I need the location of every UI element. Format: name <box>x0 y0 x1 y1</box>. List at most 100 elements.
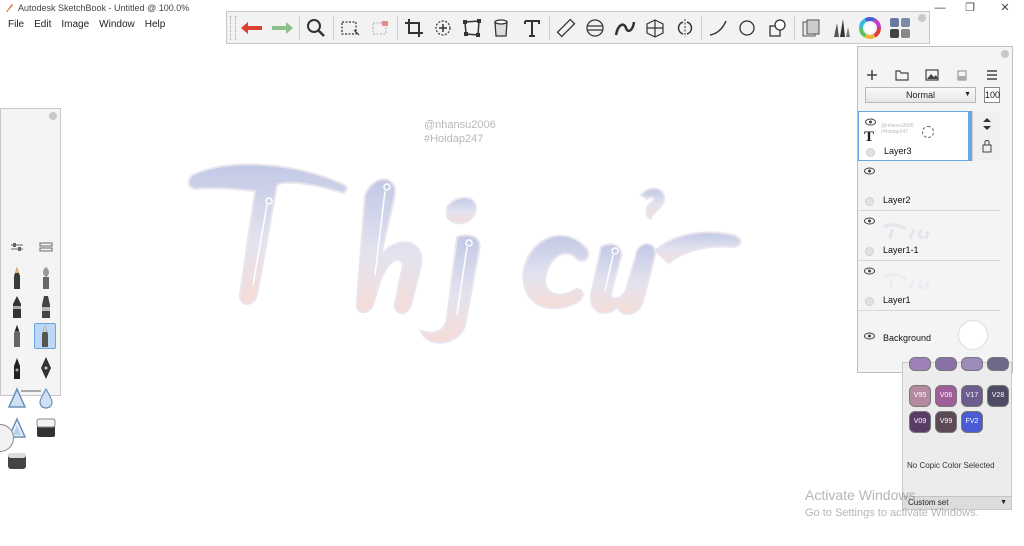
blender-icon[interactable] <box>35 385 57 411</box>
french-curve-icon[interactable] <box>612 16 638 40</box>
close-button[interactable]: ✕ <box>990 0 1020 17</box>
chevron-down-icon: ▼ <box>964 91 971 98</box>
layer-select-radio[interactable] <box>865 197 874 206</box>
copic-swatch-v17[interactable]: V17 <box>961 385 983 407</box>
layer-thumbnail <box>883 273 930 290</box>
layer-thumbnail: @nhansu2006 #Hoidap247 <box>881 123 914 135</box>
brush-palette-grip[interactable] <box>21 390 41 392</box>
brush-palette <box>0 108 61 469</box>
layer-row-layer1[interactable]: Layer1 <box>858 261 1000 311</box>
canvas-watermark-hashtag: #Hoidap247 <box>424 133 484 145</box>
line-icon[interactable] <box>705 16 731 40</box>
brush-library-icon[interactable] <box>827 16 853 40</box>
layer-side-controls <box>972 111 1000 161</box>
color-wheel-icon[interactable] <box>857 16 883 40</box>
layer-row-layer2[interactable]: Layer2 <box>858 161 1000 211</box>
rectangle-select-icon[interactable] <box>337 16 363 40</box>
shape-icon[interactable] <box>764 16 790 40</box>
ballpoint-pen-icon[interactable] <box>6 323 28 349</box>
blend-mode-select[interactable]: Normal ▼ <box>865 87 976 103</box>
visibility-eye-icon[interactable] <box>864 217 875 225</box>
restore-button[interactable]: ❐ <box>955 0 985 17</box>
ink-pen-icon[interactable] <box>6 294 28 320</box>
layer-select-radio[interactable] <box>865 297 874 306</box>
add-image-icon[interactable] <box>922 67 942 83</box>
copic-library-icon[interactable] <box>798 16 824 40</box>
window-title: Autodesk SketchBook - Untitled @ 100.0% <box>18 3 190 13</box>
text-icon[interactable] <box>519 16 545 40</box>
menu-file[interactable]: File <box>3 17 29 33</box>
technical-pen-icon[interactable] <box>34 323 56 349</box>
copic-swatch-partial[interactable] <box>987 357 1009 371</box>
ellipse-guide-icon[interactable] <box>582 16 608 40</box>
visibility-eye-icon[interactable] <box>864 267 875 275</box>
menu-bar: File Edit Image Window Help <box>0 17 170 33</box>
layer-opacity-field[interactable]: 100 <box>984 87 1000 103</box>
undo-icon[interactable] <box>239 16 265 40</box>
visibility-eye-icon[interactable] <box>865 118 876 126</box>
add-group-icon[interactable] <box>892 67 912 83</box>
pencil-icon[interactable] <box>6 265 28 291</box>
blend-mode-value: Normal <box>905 90 935 100</box>
copic-swatch-v28[interactable]: V28 <box>987 385 1009 407</box>
circle-icon[interactable] <box>734 16 760 40</box>
visibility-eye-icon[interactable] <box>864 167 875 175</box>
copic-swatch-v06[interactable]: V06 <box>935 385 957 407</box>
copic-swatch-partial[interactable] <box>935 357 957 371</box>
copic-color-panel: V95 V06 V17 V28 V09 V99 FV2 No Copic Col… <box>902 357 1012 510</box>
copic-swatch-partial[interactable] <box>961 357 983 371</box>
layer-row-background[interactable]: Background <box>858 311 1000 361</box>
fill-bucket-icon[interactable] <box>488 16 514 40</box>
layer-name: Layer3 <box>884 146 912 156</box>
layer-select-radio[interactable] <box>866 148 875 157</box>
layer-row-layer1-1[interactable]: Layer1-1 <box>858 211 1000 261</box>
felt-pen-icon[interactable] <box>6 355 28 381</box>
lasso-select-icon[interactable] <box>367 16 393 40</box>
menu-edit[interactable]: Edit <box>29 17 56 33</box>
redo-icon[interactable] <box>269 16 295 40</box>
text-layer-icon: T <box>864 129 875 145</box>
brush-properties-icon[interactable] <box>6 234 28 260</box>
layer-name: Layer2 <box>883 195 911 205</box>
airbrush-icon[interactable] <box>6 385 28 411</box>
copic-swatch-v99[interactable]: V99 <box>935 411 957 433</box>
activate-windows-title: Activate Windows <box>805 487 916 503</box>
ruler-icon[interactable] <box>553 16 579 40</box>
brush-palette-close-button[interactable] <box>49 112 57 120</box>
clear-layer-icon[interactable] <box>952 67 972 83</box>
perspective-icon[interactable] <box>642 16 668 40</box>
soft-eraser-icon[interactable] <box>6 448 28 474</box>
layer-select-radio[interactable] <box>865 247 874 256</box>
loading-spinner-icon <box>922 126 934 138</box>
paint-brush-icon[interactable] <box>35 265 57 291</box>
copic-swatch-fv2[interactable]: FV2 <box>961 411 983 433</box>
crop-icon[interactable] <box>401 16 427 40</box>
distort-icon[interactable] <box>459 16 485 40</box>
visibility-eye-icon[interactable] <box>864 332 875 340</box>
calligraphy-pen-icon[interactable] <box>35 355 57 381</box>
copic-swatch-v09[interactable]: V09 <box>909 411 931 433</box>
swatches-icon[interactable] <box>887 16 913 40</box>
transform-icon[interactable] <box>430 16 456 40</box>
activate-windows-hint: Go to Settings to activate Windows. <box>805 507 979 519</box>
layer-name: Background <box>883 333 932 343</box>
layer-panel-close-button[interactable] <box>1001 50 1009 58</box>
menu-help[interactable]: Help <box>140 17 171 33</box>
copic-swatch-partial[interactable] <box>909 357 931 371</box>
symmetry-icon[interactable] <box>672 16 698 40</box>
eraser-icon[interactable] <box>35 415 57 441</box>
add-layer-icon[interactable] <box>862 67 882 83</box>
toolbar-grip[interactable] <box>230 16 236 40</box>
layer-menu-icon[interactable] <box>982 67 1002 83</box>
marker-icon[interactable] <box>35 294 57 320</box>
move-layer-icon[interactable] <box>981 117 993 131</box>
menu-image[interactable]: Image <box>56 17 94 33</box>
toolbar-close-button[interactable] <box>918 14 926 22</box>
background-color-swatch[interactable] <box>958 320 988 350</box>
brush-set-icon[interactable] <box>35 234 57 260</box>
copic-swatch-v95[interactable]: V95 <box>909 385 931 407</box>
canvas-watermark-username: @nhansu2006 <box>424 119 496 131</box>
menu-window[interactable]: Window <box>94 17 140 33</box>
lock-icon[interactable] <box>981 139 993 153</box>
zoom-icon[interactable] <box>303 16 329 40</box>
